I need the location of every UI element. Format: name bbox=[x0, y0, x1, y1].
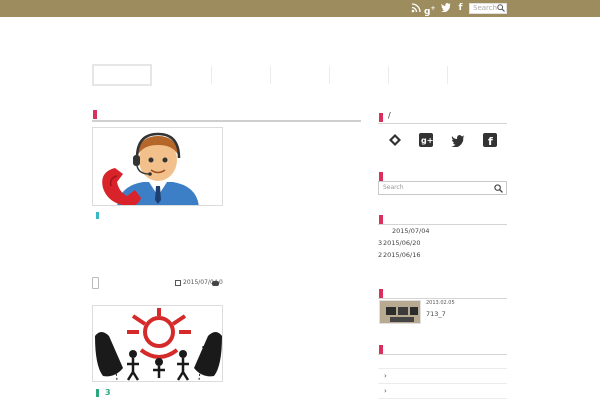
google-plus-icon[interactable]: g+ bbox=[419, 132, 433, 147]
comment-count[interactable]: 0 bbox=[219, 279, 223, 286]
widget-underline bbox=[378, 298, 507, 299]
facebook-icon[interactable]: f bbox=[483, 132, 497, 148]
recent-post-prefix[interactable]: 2 bbox=[378, 251, 382, 259]
widget-marker bbox=[379, 289, 383, 298]
calendar-icon bbox=[175, 280, 181, 286]
facebook-icon[interactable]: f bbox=[455, 3, 466, 14]
support-person-illustration bbox=[102, 132, 199, 205]
nav-divider bbox=[211, 66, 212, 84]
recent-post-date[interactable]: 2015/06/20 bbox=[383, 239, 420, 247]
post-title-suffix[interactable]: 3 bbox=[105, 388, 111, 397]
feedly-icon[interactable] bbox=[388, 132, 402, 146]
keyboard-photo bbox=[380, 301, 420, 323]
festival-illustration bbox=[95, 308, 222, 381]
google-plus-icon[interactable]: g+ bbox=[424, 3, 435, 17]
nav-divider bbox=[329, 66, 330, 84]
twitter-icon[interactable] bbox=[451, 132, 465, 148]
widget-marker bbox=[379, 113, 383, 122]
top-bar: g+ f Search bbox=[0, 0, 600, 17]
post-title-marker bbox=[92, 277, 99, 289]
list-divider bbox=[378, 398, 507, 399]
widget-underline bbox=[378, 123, 507, 124]
rss-icon[interactable] bbox=[410, 3, 421, 14]
post-thumbnail[interactable] bbox=[92, 127, 223, 206]
popular-post-date: 2013.02.05 bbox=[426, 300, 455, 306]
top-search-input[interactable]: Search bbox=[469, 3, 507, 14]
post-category-marker bbox=[96, 212, 99, 219]
widget-marker bbox=[379, 215, 383, 224]
list-divider bbox=[378, 383, 507, 384]
widget-marker bbox=[379, 345, 383, 354]
recent-post-date[interactable]: 2015/06/16 bbox=[383, 251, 420, 259]
popular-post-thumbnail[interactable] bbox=[379, 300, 421, 324]
nav-item-home[interactable] bbox=[92, 64, 152, 86]
nav-divider bbox=[270, 66, 271, 84]
widget-title: / bbox=[388, 111, 391, 120]
top-search-placeholder: Search bbox=[473, 4, 498, 12]
nav-divider bbox=[447, 66, 448, 84]
svg-text:f: f bbox=[488, 135, 493, 147]
widget-underline bbox=[378, 354, 507, 355]
post-category-marker bbox=[96, 389, 99, 397]
section-underline bbox=[92, 120, 361, 122]
search-icon[interactable] bbox=[497, 4, 505, 12]
section-marker bbox=[93, 110, 97, 119]
main-nav bbox=[92, 64, 508, 86]
comment-icon bbox=[212, 281, 219, 286]
recent-post-date[interactable]: 2015/07/04 bbox=[392, 227, 429, 235]
recent-post-prefix[interactable]: 3 bbox=[378, 239, 382, 247]
chevron-right-icon[interactable]: › bbox=[384, 372, 387, 380]
svg-text:g+: g+ bbox=[421, 136, 433, 145]
twitter-icon[interactable] bbox=[440, 3, 451, 14]
nav-divider bbox=[388, 66, 389, 84]
chevron-right-icon[interactable]: › bbox=[384, 387, 387, 395]
popular-post-title[interactable]: 713_7 bbox=[426, 310, 446, 318]
search-icon[interactable] bbox=[494, 184, 503, 193]
widget-underline bbox=[378, 224, 507, 225]
sidebar-search-placeholder: Search bbox=[383, 184, 404, 191]
sidebar-search-input[interactable]: Search bbox=[378, 181, 507, 195]
list-divider bbox=[378, 368, 507, 369]
widget-marker bbox=[379, 172, 383, 181]
post-thumbnail[interactable] bbox=[92, 305, 223, 382]
